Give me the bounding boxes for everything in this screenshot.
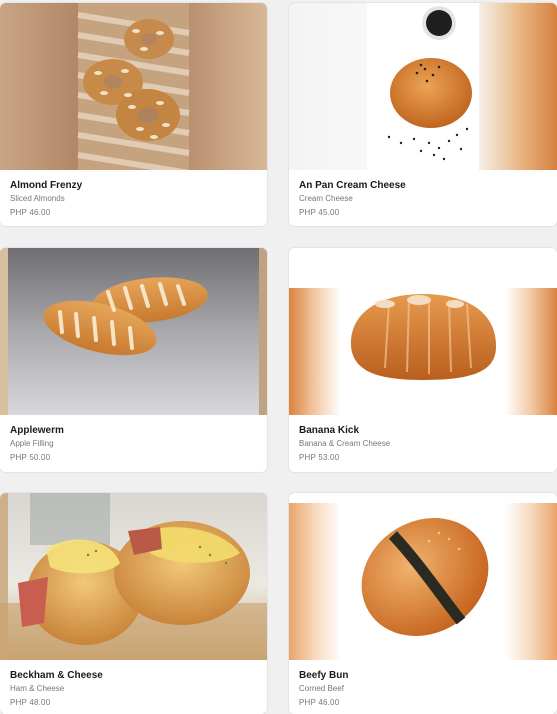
product-image[interactable] [0, 493, 267, 660]
product-price: PHP 53.00 [299, 453, 340, 462]
product-grid: Almond Frenzy Sliced Almonds PHP 46.00 A… [0, 0, 557, 714]
product-card-an-pan-cream-cheese[interactable]: An Pan Cream Cheese Cream Cheese PHP 45.… [289, 3, 557, 226]
product-card-almond-frenzy[interactable]: Almond Frenzy Sliced Almonds PHP 46.00 [0, 3, 267, 226]
product-card-beefy-bun[interactable]: Beefy Bun Corned Beef PHP 46.00 [289, 493, 557, 714]
product-description: Corned Beef [299, 684, 344, 693]
product-image[interactable] [289, 493, 557, 660]
product-image[interactable] [0, 248, 267, 415]
product-name: An Pan Cream Cheese [299, 180, 406, 191]
product-price: PHP 50.00 [10, 453, 51, 462]
product-description: Ham & Cheese [10, 684, 65, 693]
product-price: PHP 46.00 [299, 698, 340, 707]
product-image[interactable] [0, 3, 267, 170]
product-description: Apple Filling [10, 439, 54, 448]
product-price: PHP 48.00 [10, 698, 51, 707]
product-card-beckham-and-cheese[interactable]: Beckham & Cheese Ham & Cheese PHP 48.00 [0, 493, 267, 714]
product-card-banana-kick[interactable]: Banana Kick Banana & Cream Cheese PHP 53… [289, 248, 557, 472]
product-image[interactable] [289, 3, 557, 170]
product-price: PHP 45.00 [299, 208, 340, 217]
product-name: Almond Frenzy [10, 180, 83, 191]
product-description: Banana & Cream Cheese [299, 439, 391, 448]
product-name: Banana Kick [299, 425, 360, 436]
product-image[interactable] [289, 248, 557, 415]
product-name: Applewerm [10, 425, 64, 436]
product-name: Beckham & Cheese [10, 670, 103, 681]
product-description: Sliced Almonds [10, 194, 65, 203]
product-card-applewerm[interactable]: Applewerm Apple Filling PHP 50.00 [0, 248, 267, 472]
product-description: Cream Cheese [299, 194, 353, 203]
product-price: PHP 46.00 [10, 208, 51, 217]
product-name: Beefy Bun [299, 670, 349, 681]
